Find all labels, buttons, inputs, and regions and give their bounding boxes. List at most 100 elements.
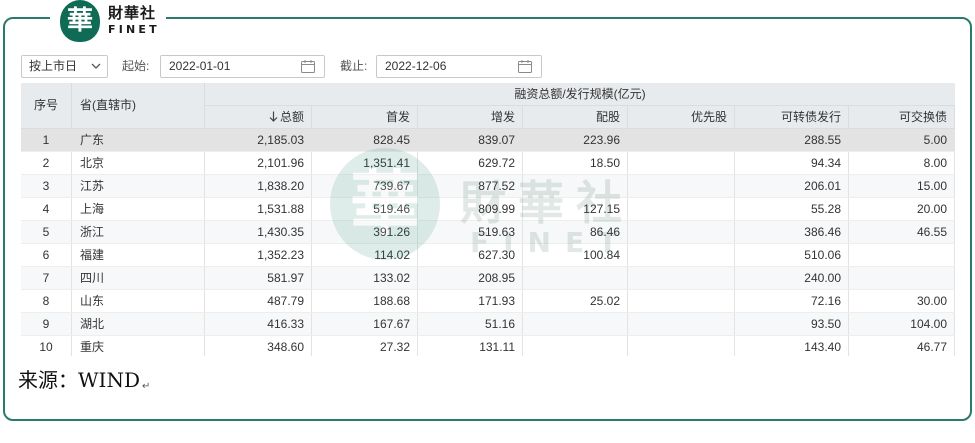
value-cell-rights-issue: 18.50 [523,152,628,174]
table-row[interactable]: 9 湖北 416.33 167.67 51.16 93.50 104.00 [21,313,955,336]
row-index-cell: 2 [21,152,72,174]
financing-data-table: 序号 省(直辖市) 融资总额/发行规模(亿元) 总额 首发 增发 配股 优先股 可转债发行… [21,83,955,356]
start-date-input[interactable]: 2022-01-01 [160,55,325,78]
province-cell: 北京 [72,152,205,174]
chevron-down-icon [91,63,101,69]
table-row[interactable]: 4 上海 1,531.88 519.46 809.99 127.15 55.28 20.00 [21,198,955,221]
value-cell-preferred-stock [628,129,735,151]
value-cell-ipo: 167.67 [312,313,418,335]
logo-name-en: FINET [108,23,160,36]
end-date-label: 截止: [340,59,368,73]
column-header-label: 首发 [385,110,410,124]
date-type-dropdown[interactable]: 按上市日 [21,55,108,78]
province-cell: 江苏 [72,175,205,197]
value-cell-additional-issue: 839.07 [418,129,523,151]
arrow-down-icon [269,111,278,122]
header-province[interactable]: 省(直辖市) [72,83,205,128]
column-header-ipo[interactable]: 首发 [312,106,418,128]
table-body: 1 广东 2,185.03 828.45 839.07 223.96 288.55 5.00 2… [21,129,955,356]
value-cell-total: 1,531.88 [205,198,312,220]
row-index-cell: 5 [21,221,72,243]
table-row[interactable]: 7 四川 581.97 133.02 208.95 240.00 [21,267,955,290]
value-cell-convertible-bond: 143.40 [735,336,849,356]
column-header-preferred-stock[interactable]: 优先股 [628,106,735,128]
row-index-cell: 7 [21,267,72,289]
header-index: 序号 [21,83,72,128]
column-header-convertible-bond[interactable]: 可转债发行 [735,106,849,128]
column-header-label: 增发 [490,110,515,124]
row-index-cell: 10 [21,336,72,356]
value-cell-total: 1,838.20 [205,175,312,197]
table-row[interactable]: 5 浙江 1,430.35 391.26 519.63 86.46 386.46 46.55 [21,221,955,244]
value-cell-preferred-stock [628,290,735,312]
value-cell-exchangeable-bond: 20.00 [849,198,955,220]
province-cell: 重庆 [72,336,205,356]
table-row[interactable]: 1 广东 2,185.03 828.45 839.07 223.96 288.55 5.00 [21,129,955,152]
value-cell-preferred-stock [628,313,735,335]
row-index-cell: 8 [21,290,72,312]
value-cell-total: 2,101.96 [205,152,312,174]
table-row[interactable]: 6 福建 1,352.23 114.02 627.30 100.84 510.06 [21,244,955,267]
start-date-label: 起始: [122,59,150,73]
value-cell-exchangeable-bond [849,244,955,266]
value-cell-additional-issue: 131.11 [418,336,523,356]
value-cell-total: 2,185.03 [205,129,312,151]
value-cell-rights-issue: 223.96 [523,129,628,151]
value-cell-rights-issue: 86.46 [523,221,628,243]
value-cell-exchangeable-bond: 30.00 [849,290,955,312]
value-cell-additional-issue: 629.72 [418,152,523,174]
column-header-label: 总额 [279,110,304,124]
value-cell-convertible-bond: 288.55 [735,129,849,151]
value-cell-exchangeable-bond: 46.55 [849,221,955,243]
row-index-cell: 1 [21,129,72,151]
value-cell-exchangeable-bond: 8.00 [849,152,955,174]
value-cell-additional-issue: 519.63 [418,221,523,243]
value-cell-preferred-stock [628,267,735,289]
paragraph-mark: ↵ [142,381,151,392]
column-header-label: 配股 [595,110,620,124]
table-row[interactable]: 10 重庆 348.60 27.32 131.11 143.40 46.77 [21,336,955,356]
column-header-exchangeable-bond[interactable]: 可交换债 [849,106,955,128]
value-cell-exchangeable-bond [849,267,955,289]
table-row[interactable]: 8 山东 487.79 188.68 171.93 25.02 72.16 30.00 [21,290,955,313]
column-header-total[interactable]: 总额 [205,106,312,128]
value-cell-total: 348.60 [205,336,312,356]
province-cell: 四川 [72,267,205,289]
value-cell-total: 1,430.35 [205,221,312,243]
column-header-label: 优先股 [690,110,727,124]
finet-screenshot: 華 財華社 FINET 按上市日 起始: 2022-01-01 截止: 2022… [0,0,975,443]
value-cell-preferred-stock [628,244,735,266]
column-header-label: 可交换债 [898,110,947,124]
value-cell-convertible-bond: 510.06 [735,244,849,266]
calendar-icon[interactable] [301,60,315,73]
value-cell-total: 581.97 [205,267,312,289]
row-index-cell: 6 [21,244,72,266]
value-cell-preferred-stock [628,175,735,197]
value-cell-additional-issue: 627.30 [418,244,523,266]
value-cell-ipo: 188.68 [312,290,418,312]
value-cell-ipo: 1,351.41 [312,152,418,174]
value-cell-preferred-stock [628,152,735,174]
table-row[interactable]: 3 江苏 1,838.20 739.67 877.52 206.01 15.00 [21,175,955,198]
province-cell: 广东 [72,129,205,151]
value-cell-convertible-bond: 386.46 [735,221,849,243]
column-header-additional-issue[interactable]: 增发 [418,106,523,128]
end-date-input[interactable]: 2022-12-06 [376,55,542,78]
row-index-cell: 4 [21,198,72,220]
calendar-icon[interactable] [518,60,532,73]
row-index-cell: 3 [21,175,72,197]
value-cell-convertible-bond: 72.16 [735,290,849,312]
value-cell-rights-issue [523,175,628,197]
value-cell-preferred-stock [628,198,735,220]
table-row[interactable]: 2 北京 2,101.96 1,351.41 629.72 18.50 94.34 8.00 [21,152,955,175]
value-cell-additional-issue: 809.99 [418,198,523,220]
source-caption: 来源：WIND ↵ [18,366,150,401]
header-subcolumns: 总额 首发 增发 配股 优先股 可转债发行 可交换债 [205,106,955,128]
value-cell-rights-issue [523,267,628,289]
column-header-rights-issue[interactable]: 配股 [523,106,628,128]
value-cell-additional-issue: 51.16 [418,313,523,335]
table-header: 序号 省(直辖市) 融资总额/发行规模(亿元) 总额 首发 增发 配股 优先股 可转债发行… [21,83,955,129]
value-cell-ipo: 519.46 [312,198,418,220]
start-date-value: 2022-01-01 [169,59,231,73]
logo-badge: 華 [60,0,100,42]
